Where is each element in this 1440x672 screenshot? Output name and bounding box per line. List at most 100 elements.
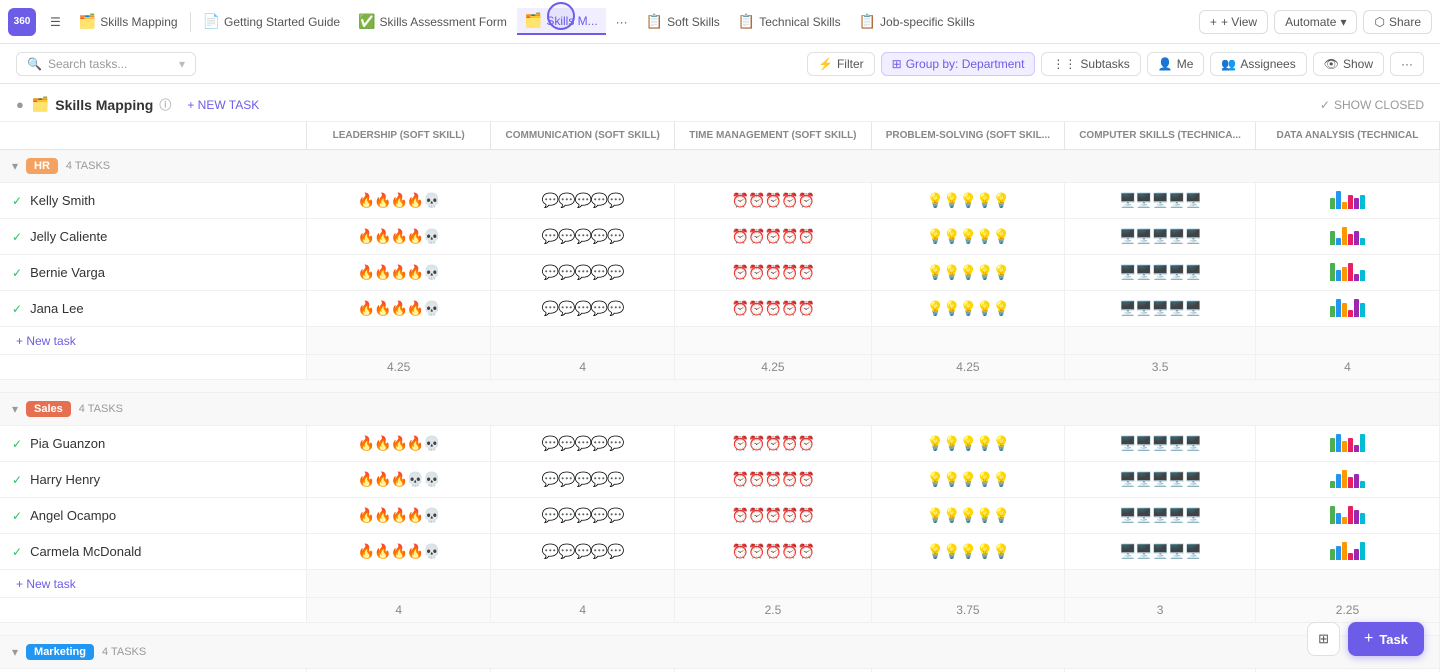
subtasks-button[interactable]: ⋮⋮ Subtasks <box>1041 52 1140 76</box>
computer-skills-cell: 🖥️🖥️🖥️🖥️🖥️ <box>1065 219 1256 255</box>
check-icon: ✓ <box>12 545 22 559</box>
check-icon: ✓ <box>12 194 22 208</box>
communication-cell: 💬💬💬💬💬 <box>491 291 675 327</box>
spacer-hr <box>0 380 1440 393</box>
share-button[interactable]: ⬡ Share <box>1363 10 1432 34</box>
data-analysis-cell <box>1255 669 1439 672</box>
task-name-cell: ✓ Carmela McDonald <box>0 534 307 570</box>
more-options-button[interactable]: ··· <box>1390 52 1424 76</box>
group-badge-hr: HR <box>26 158 58 174</box>
group-badge-marketing: Marketing <box>26 644 94 660</box>
communication-cell: 💬💬💬💬💬 <box>491 255 675 291</box>
nav-divider-1 <box>190 12 191 32</box>
add-task-button[interactable]: + Task <box>1348 622 1424 656</box>
communication-cell: 💬💬💬💬💬 <box>491 219 675 255</box>
info-icon[interactable]: ⓘ <box>159 96 171 113</box>
data-analysis-cell <box>1255 426 1439 462</box>
time-management-cell: ⏰⏰⏰⏰⏰ <box>675 462 871 498</box>
nav-more[interactable]: ··· <box>608 11 636 33</box>
task-name-cell: ✓ Bernie Varga <box>0 255 307 291</box>
nav-skills-assessment[interactable]: ✅ Skills Assessment Form <box>350 9 515 34</box>
table-row[interactable]: ✓ Carmela McDonald 🔥🔥🔥🔥💀 💬💬💬💬💬 ⏰⏰⏰⏰⏰ 💡💡💡… <box>0 534 1440 570</box>
nav-hamburger[interactable]: ☰ <box>42 11 69 33</box>
group-header-marketing: ▾ Marketing 4 TASKS <box>0 636 1440 669</box>
skills-table: LEADERSHIP (SOFT SKILL) COMMUNICATION (S… <box>0 122 1440 672</box>
automate-button[interactable]: Automate ▾ <box>1274 10 1357 34</box>
subtotal-row-hr: 4.25 4 4.25 4.25 3.5 4 <box>0 355 1440 380</box>
grid-icon: ⊞ <box>1318 631 1329 646</box>
subtotal-communication-sales: 4 <box>491 598 675 623</box>
leadership-cell: 🔥🔥🔥🔥💀 <box>307 255 491 291</box>
subtotal-data-hr: 4 <box>1255 355 1439 380</box>
group-collapse-hr[interactable]: ▾ <box>12 159 18 173</box>
view-button[interactable]: + + View <box>1199 10 1268 34</box>
data-analysis-cell <box>1255 462 1439 498</box>
data-analysis-cell <box>1255 219 1439 255</box>
person-icon: 👤 <box>1158 57 1173 71</box>
group-count-marketing: 4 TASKS <box>102 646 146 658</box>
nav-app-icon[interactable]: 🗂️ Skills Mapping <box>71 9 186 34</box>
check-icon: ✓ <box>12 473 22 487</box>
leadership-cell: 🔥🔥🔥🔥💀 <box>307 534 491 570</box>
problem-solving-cell: 💡💡💡💡💡 <box>871 219 1064 255</box>
app-logo: 360 <box>8 8 36 36</box>
task-name-text: Kelly Smith <box>30 193 95 208</box>
group-collapse-marketing[interactable]: ▾ <box>12 645 18 659</box>
new-task-btn-hr[interactable]: + New task <box>16 334 76 348</box>
group-header-sales: ▾ Sales 4 TASKS <box>0 393 1440 426</box>
subtotal-problem-hr: 4.25 <box>871 355 1064 380</box>
table-row[interactable]: ✓ Pia Guanzon 🔥🔥🔥🔥💀 💬💬💬💬💬 ⏰⏰⏰⏰⏰ 💡💡💡💡💡 🖥️… <box>0 426 1440 462</box>
table-row[interactable]: ✓ Kelly Smith 🔥🔥🔥🔥💀 💬💬💬💬💬 ⏰⏰⏰⏰⏰ 💡💡💡💡💡 🖥️… <box>0 183 1440 219</box>
task-name-text: Harry Henry <box>30 472 100 487</box>
time-management-cell: ⏰⏰⏰⏰⏰ <box>675 291 871 327</box>
data-analysis-cell <box>1255 255 1439 291</box>
assignees-button[interactable]: 👥 Assignees <box>1210 52 1306 76</box>
eye-icon: 👁 <box>1324 57 1339 71</box>
table-row[interactable]: ✓ Bernie Varga 🔥🔥🔥🔥💀 💬💬💬💬💬 ⏰⏰⏰⏰⏰ 💡💡💡💡💡 🖥… <box>0 255 1440 291</box>
table-row[interactable]: ✓ Jelly Caliente 🔥🔥🔥🔥💀 💬💬💬💬💬 ⏰⏰⏰⏰⏰ 💡💡💡💡💡… <box>0 219 1440 255</box>
group-header-hr: ▾ HR 4 TASKS <box>0 150 1440 183</box>
table-row[interactable]: ✓ Jana Lee 🔥🔥🔥🔥💀 💬💬💬💬💬 ⏰⏰⏰⏰⏰ 💡💡💡💡💡 🖥️🖥️🖥… <box>0 291 1440 327</box>
communication-cell: 💬💬💬💬💬 <box>491 426 675 462</box>
table-row[interactable]: ✓ Aurora Jenner 🔥🔥🔥🔥💀 💬💬💬💬💬 ⏰⏰⏰⏰⏰ 💡💡💡💡💡 … <box>0 669 1440 672</box>
communication-cell: 💬💬💬💬💬 <box>491 462 675 498</box>
nav-skills-mapping[interactable]: 🗂️ Skills M... <box>517 8 606 35</box>
top-nav: 360 ☰ 🗂️ Skills Mapping 📄 Getting Starte… <box>0 0 1440 44</box>
computer-skills-cell: 🖥️🖥️🖥️🖥️🖥️ <box>1065 462 1256 498</box>
me-button[interactable]: 👤 Me <box>1147 52 1205 76</box>
show-closed-btn[interactable]: ✓ SHOW CLOSED <box>1320 98 1424 112</box>
table-row[interactable]: ✓ Angel Ocampo 🔥🔥🔥🔥💀 💬💬💬💬💬 ⏰⏰⏰⏰⏰ 💡💡💡💡💡 🖥… <box>0 498 1440 534</box>
nav-job-specific[interactable]: 📋 Job-specific Skills <box>851 9 983 34</box>
project-collapse-btn[interactable]: ● <box>16 97 24 112</box>
main-content: ● 🗂️ Skills Mapping ⓘ + NEW TASK ✓ SHOW … <box>0 84 1440 672</box>
subtotal-time-sales: 2.5 <box>675 598 871 623</box>
group-badge-sales: Sales <box>26 401 71 417</box>
nav-technical-skills[interactable]: 📋 Technical Skills <box>730 9 849 34</box>
leadership-cell: 🔥🔥🔥💀💀 <box>307 462 491 498</box>
spacer-sales <box>0 623 1440 636</box>
project-header: ● 🗂️ Skills Mapping ⓘ + NEW TASK ✓ SHOW … <box>0 84 1440 122</box>
table-row[interactable]: ✓ Harry Henry 🔥🔥🔥💀💀 💬💬💬💬💬 ⏰⏰⏰⏰⏰ 💡💡💡💡💡 🖥️… <box>0 462 1440 498</box>
communication-cell: 💬💬💬💬💬 <box>491 183 675 219</box>
task-name-text: Pia Guanzon <box>30 436 105 451</box>
show-button[interactable]: 👁 Show <box>1313 52 1384 76</box>
nav-soft-skills[interactable]: 📋 Soft Skills <box>638 9 728 34</box>
new-task-btn[interactable]: + NEW TASK <box>187 98 259 112</box>
col-computer-skills: COMPUTER SKILLS (TECHNICA... <box>1065 122 1256 150</box>
fab-area: ⊞ + Task <box>1307 622 1424 656</box>
task-name-cell: ✓ Jana Lee <box>0 291 307 327</box>
data-analysis-cell <box>1255 534 1439 570</box>
task-name-cell: ✓ Jelly Caliente <box>0 219 307 255</box>
filter-button[interactable]: ⚡ Filter <box>807 52 875 76</box>
computer-skills-cell: 🖥️🖥️🖥️🖥️🖥️ <box>1065 255 1256 291</box>
search-bar[interactable]: 🔍 Search tasks... ▾ <box>16 52 196 76</box>
table-wrapper: LEADERSHIP (SOFT SKILL) COMMUNICATION (S… <box>0 122 1440 672</box>
group-by-button[interactable]: ⊞ Group by: Department <box>881 52 1036 76</box>
new-task-btn-sales[interactable]: + New task <box>16 577 76 591</box>
subtotal-row-sales: 4 4 2.5 3.75 3 2.25 <box>0 598 1440 623</box>
group-collapse-sales[interactable]: ▾ <box>12 402 18 416</box>
nav-getting-started[interactable]: 📄 Getting Started Guide <box>195 9 349 34</box>
check-icon: ✓ <box>12 266 22 280</box>
grid-view-button[interactable]: ⊞ <box>1307 622 1340 656</box>
project-icon: 🗂️ <box>32 96 49 113</box>
